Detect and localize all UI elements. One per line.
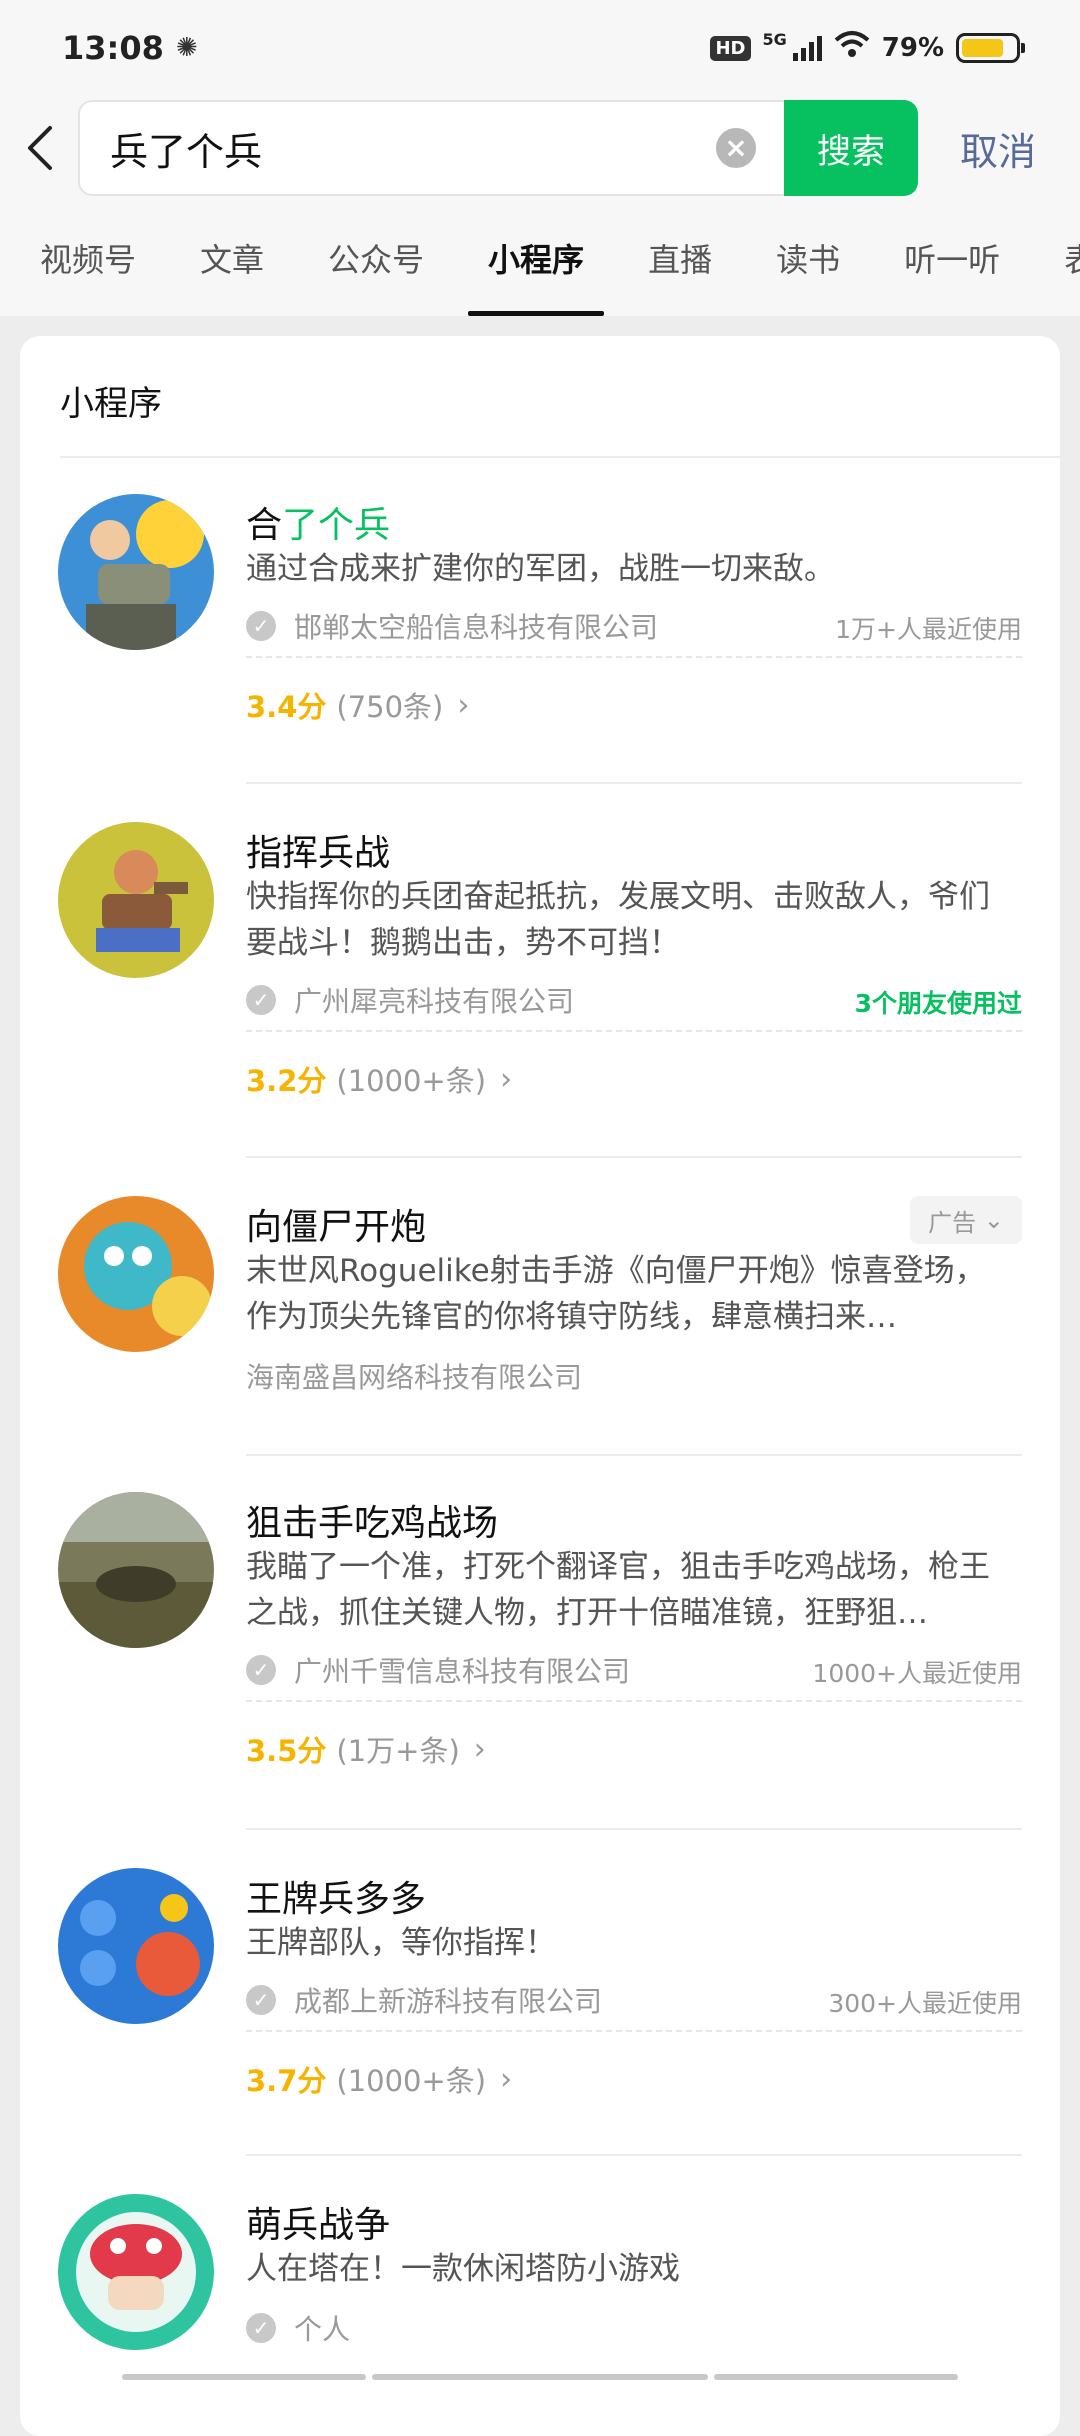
result-item[interactable]: 萌兵战争 人在塔在！一款休闲塔防小游戏 ✓ 个人 — [20, 2154, 1060, 2434]
app-description: 快指挥你的兵团奋起抵抗，发展文明、击败敌人，爷们要战斗！鹅鹅出击，势不可挡！ — [246, 874, 1006, 966]
company-row: 海南盛昌网络科技有限公司 — [246, 1356, 582, 1396]
rating-count: (1000+条) — [336, 1058, 486, 1100]
network-type: 5G — [763, 30, 787, 49]
status-time: 13:08 — [62, 29, 164, 67]
rating-count: (1000+条) — [336, 2058, 486, 2100]
verified-icon: ✓ — [246, 1655, 276, 1685]
clear-icon[interactable]: × — [716, 128, 756, 168]
hd-icon: HD — [710, 36, 750, 61]
app-icon — [58, 1492, 214, 1648]
company-row: ✓ 邯郸太空船信息科技有限公司 — [246, 606, 658, 646]
chevron-right-icon: › — [500, 2062, 512, 2097]
usage-text: 300+人最近使用 — [828, 1984, 1022, 2020]
tab-emoji[interactable]: 表 — [1064, 200, 1080, 316]
search-field: × 搜索 — [78, 100, 918, 196]
verified-icon: ✓ — [246, 985, 276, 1015]
search-button[interactable]: 搜索 — [784, 100, 918, 196]
signal-icon — [793, 35, 822, 61]
chevron-left-icon[interactable] — [0, 108, 78, 188]
app-description: 末世风Roguelike射击手游《向僵尸开炮》惊喜登场，作为顶尖先锋官的你将镇守… — [246, 1248, 1006, 1340]
weibo-icon: ✺ — [176, 33, 198, 63]
company-name: 个人 — [294, 2308, 350, 2348]
search-input[interactable] — [110, 126, 670, 170]
app-description: 王牌部队，等你指挥！ — [246, 1920, 1006, 1966]
scroll-indicator — [0, 2374, 1080, 2380]
rating-row[interactable]: 3.7分(1000+条) › — [246, 2058, 512, 2100]
company-name: 海南盛昌网络科技有限公司 — [246, 1356, 582, 1396]
app-name: 向僵尸开炮 — [246, 1198, 426, 1250]
app-description: 人在塔在！一款休闲塔防小游戏 — [246, 2246, 1006, 2292]
chevron-right-icon: › — [474, 1732, 486, 1767]
divider — [246, 1030, 1022, 1032]
ad-tag[interactable]: 广告 ⌄ — [910, 1196, 1022, 1244]
verified-icon: ✓ — [246, 2313, 276, 2343]
rating-score: 3.4分 — [246, 684, 326, 726]
verified-icon: ✓ — [246, 1985, 276, 2015]
usage-text: 1万+人最近使用 — [835, 610, 1022, 646]
company-row: ✓ 成都上新游科技有限公司 — [246, 1980, 602, 2020]
app-name: 合了个兵 — [246, 496, 390, 548]
result-item-ad[interactable]: 向僵尸开炮 广告 ⌄ 末世风Roguelike射击手游《向僵尸开炮》惊喜登场，作… — [20, 1156, 1060, 1454]
cancel-button[interactable]: 取消 — [960, 121, 1036, 176]
company-row: ✓ 广州犀亮科技有限公司 — [246, 980, 574, 1020]
status-bar: 13:08 ✺ HD 5G 79% — [0, 0, 1080, 96]
app-name: 萌兵战争 — [246, 2196, 390, 2248]
app-icon — [58, 494, 214, 650]
app-icon — [58, 1196, 214, 1352]
divider — [246, 656, 1022, 658]
rating-score: 3.5分 — [246, 1728, 326, 1770]
battery-percent: 79% — [882, 33, 944, 63]
app-name: 王牌兵多多 — [246, 1870, 426, 1922]
chevron-right-icon: › — [457, 688, 469, 723]
rating-count: (1万+条) — [336, 1728, 459, 1770]
results-card: 小程序 合了个兵 通过合成来扩建你的军团，战胜一切来敌。 ✓ 邯郸太空船信息科技有… — [20, 336, 1060, 2436]
category-tabs: 视频号 文章 公众号 小程序 直播 读书 听一听 表 — [0, 200, 1080, 316]
company-name: 成都上新游科技有限公司 — [294, 1980, 602, 2020]
wifi-icon — [834, 30, 870, 66]
rating-score: 3.2分 — [246, 1058, 326, 1100]
company-row: ✓ 广州千雪信息科技有限公司 — [246, 1650, 630, 1690]
tab-live[interactable]: 直播 — [648, 200, 712, 316]
company-name: 邯郸太空船信息科技有限公司 — [294, 606, 658, 646]
usage-text: 1000+人最近使用 — [812, 1654, 1022, 1690]
result-item[interactable]: 王牌兵多多 王牌部队，等你指挥！ ✓成都上新游科技有限公司 300+人最近使用 … — [20, 1828, 1060, 2154]
tab-channels[interactable]: 视频号 — [40, 200, 136, 316]
rating-row[interactable]: 3.5分(1万+条) › — [246, 1728, 486, 1770]
app-icon — [58, 1868, 214, 2024]
app-name: 狙击手吃鸡战场 — [246, 1494, 498, 1546]
divider — [246, 1700, 1022, 1702]
app-name: 指挥兵战 — [246, 824, 390, 876]
battery-icon — [956, 33, 1020, 63]
chevron-right-icon: › — [500, 1062, 512, 1097]
rating-row[interactable]: 3.4分(750条) › — [246, 684, 469, 726]
tab-articles[interactable]: 文章 — [200, 200, 264, 316]
divider — [246, 2030, 1022, 2032]
company-name: 广州犀亮科技有限公司 — [294, 980, 574, 1020]
app-description: 我瞄了一个准，打死个翻译官，狙击手吃鸡战场，枪王之战，抓住关键人物，打开十倍瞄准… — [246, 1544, 1006, 1636]
rating-count: (750条) — [336, 684, 443, 726]
company-row: ✓ 个人 — [246, 2308, 350, 2348]
search-bar: × 搜索 取消 — [0, 96, 1080, 200]
verified-icon: ✓ — [246, 611, 276, 641]
result-item[interactable]: 合了个兵 通过合成来扩建你的军团，战胜一切来敌。 ✓邯郸太空船信息科技有限公司 … — [20, 456, 1060, 782]
tab-reading[interactable]: 读书 — [776, 200, 840, 316]
app-description: 通过合成来扩建你的军团，战胜一切来敌。 — [246, 546, 1006, 592]
app-icon — [58, 822, 214, 978]
tab-listen[interactable]: 听一听 — [904, 200, 1000, 316]
rating-row[interactable]: 3.2分(1000+条) › — [246, 1058, 512, 1100]
result-item[interactable]: 狙击手吃鸡战场 我瞄了一个准，打死个翻译官，狙击手吃鸡战场，枪王之战，抓住关键人… — [20, 1454, 1060, 1828]
rating-score: 3.7分 — [246, 2058, 326, 2100]
tab-official-accounts[interactable]: 公众号 — [328, 200, 424, 316]
section-title: 小程序 — [60, 376, 162, 425]
result-item[interactable]: 指挥兵战 快指挥你的兵团奋起抵抗，发展文明、击败敌人，爷们要战斗！鹅鹅出击，势不… — [20, 782, 1060, 1156]
company-name: 广州千雪信息科技有限公司 — [294, 1650, 630, 1690]
app-icon — [58, 2194, 214, 2350]
friends-used-text: 3个朋友使用过 — [855, 984, 1022, 1020]
tab-mini-programs[interactable]: 小程序 — [488, 200, 584, 316]
